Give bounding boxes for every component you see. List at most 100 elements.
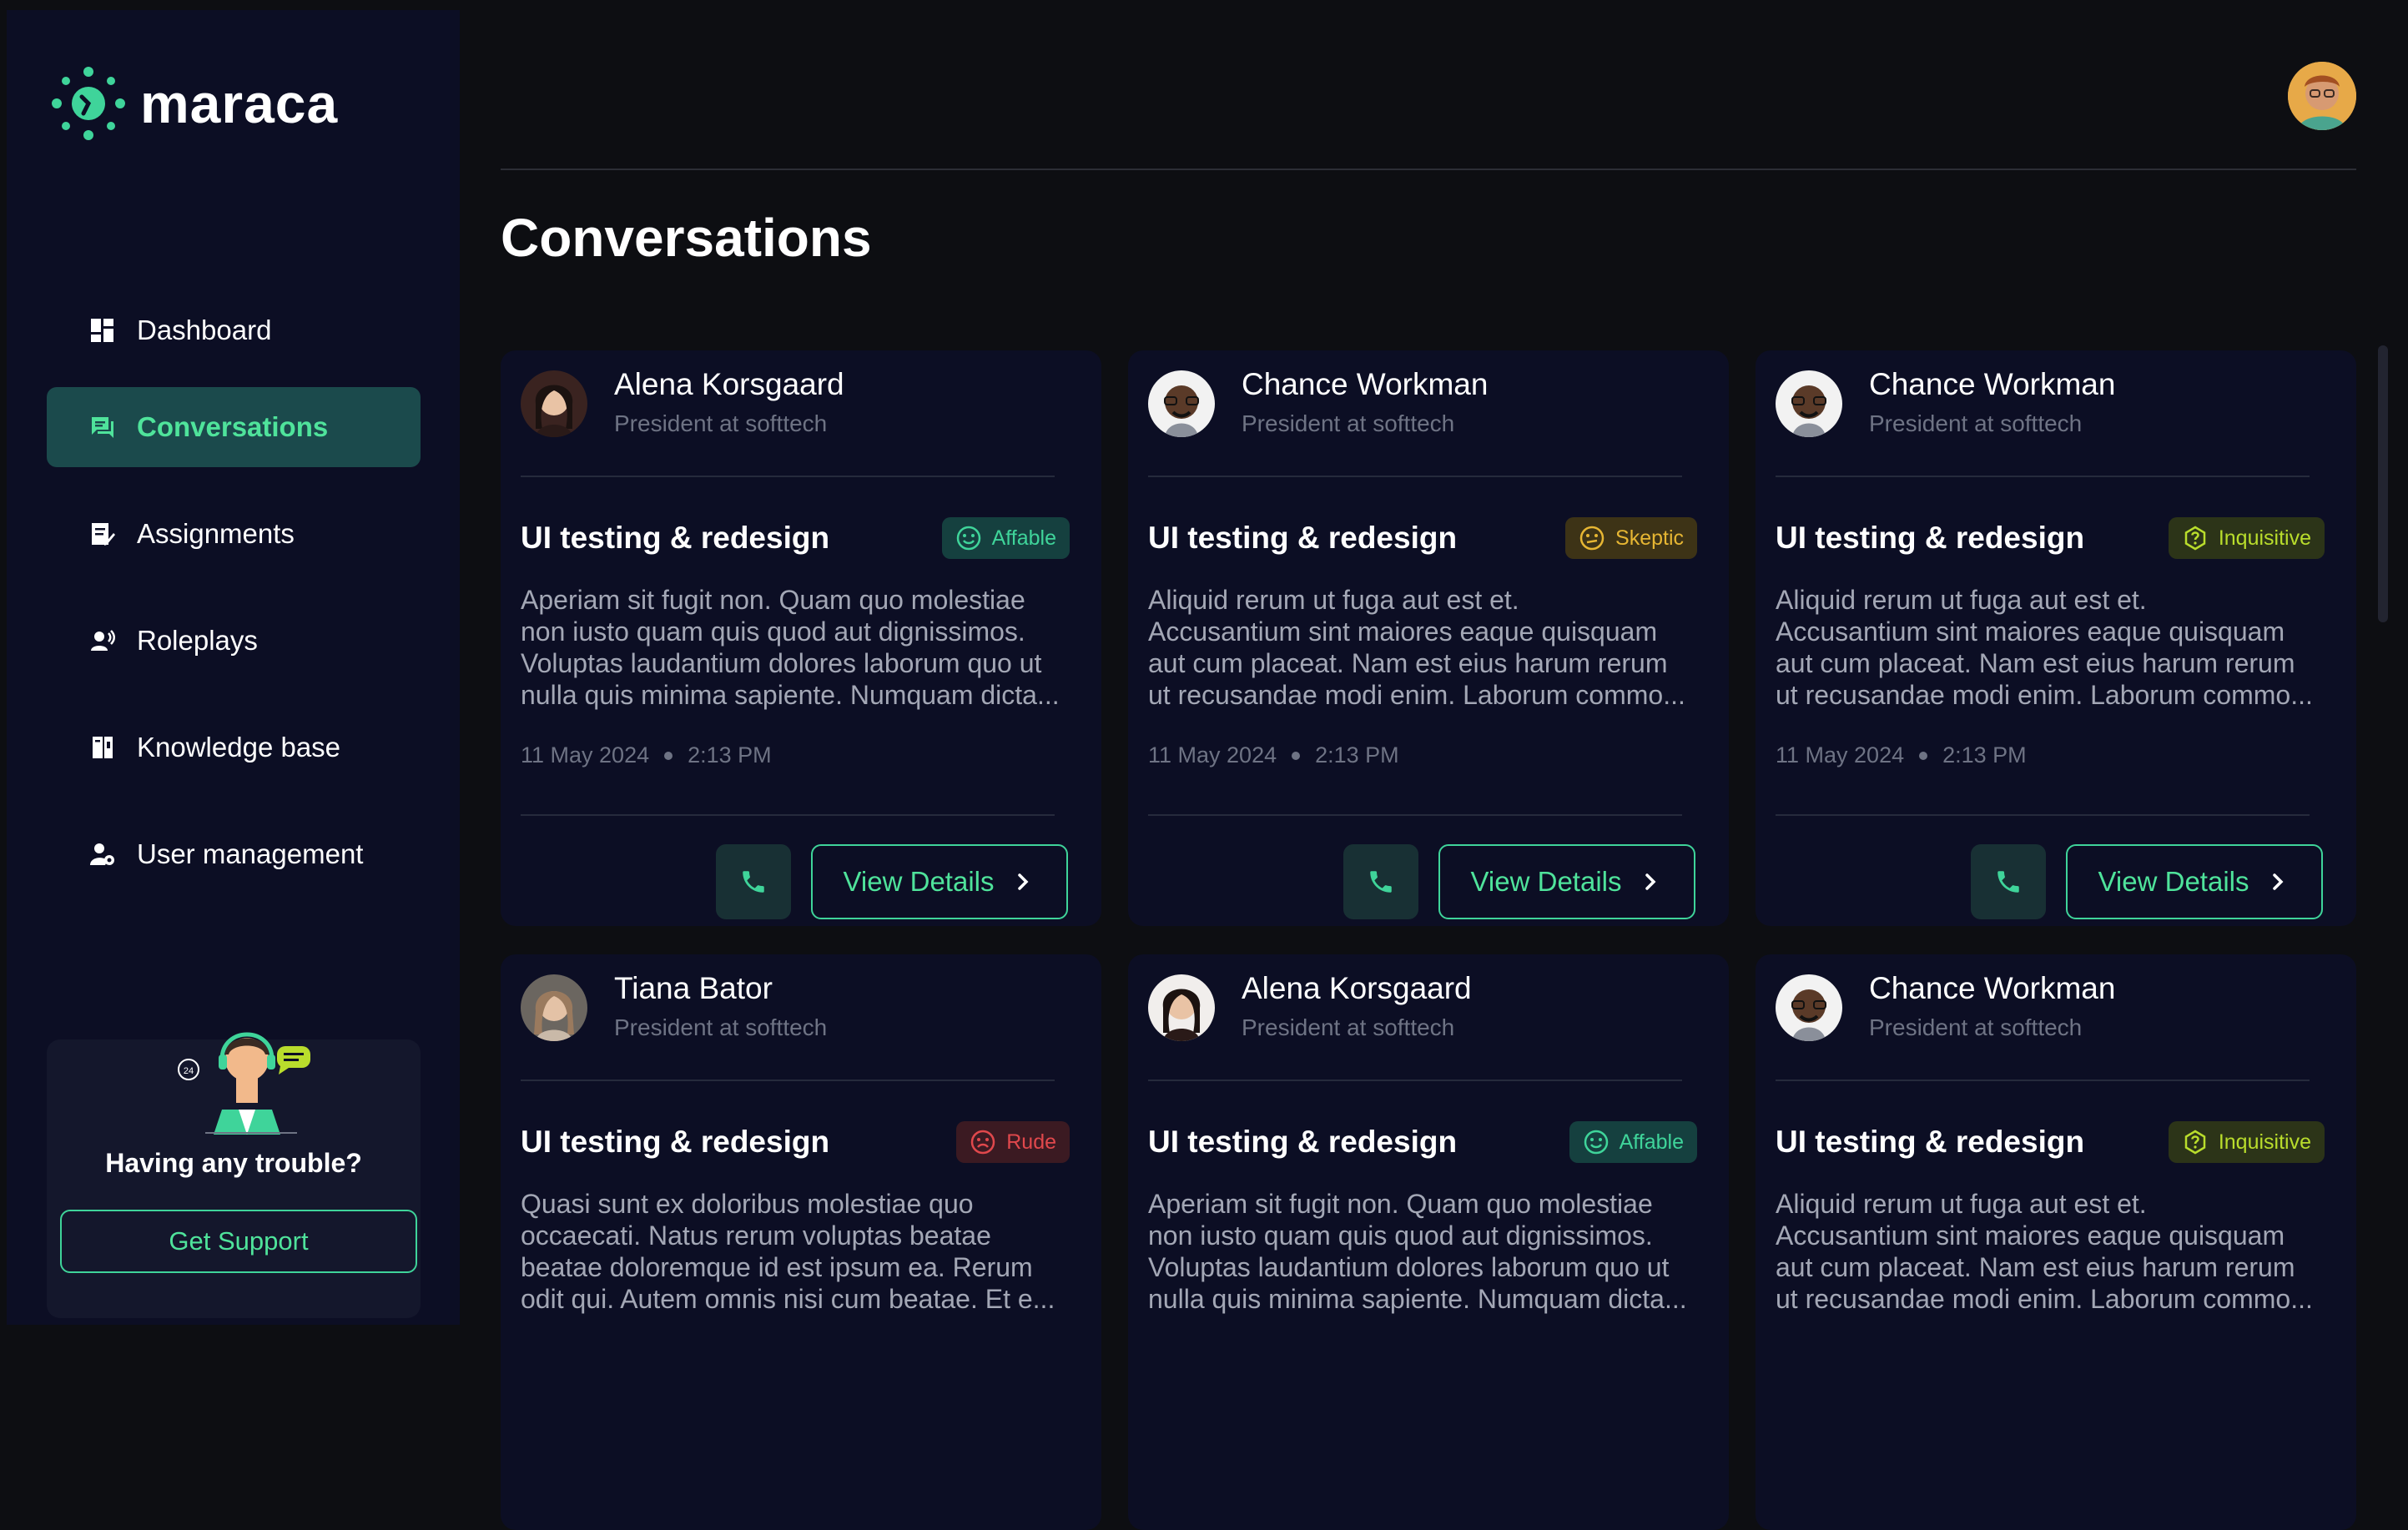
assignment-icon: [88, 520, 117, 548]
desc-line: ut recusandae modi enim. Laborum commo..…: [1776, 1284, 2313, 1314]
sidebar-item-roleplays[interactable]: Roleplays: [47, 601, 421, 681]
separator-dot: [1919, 751, 1928, 760]
conversation-description: Aliquid rerum ut fuga aut est et. Accusa…: [1776, 1188, 2318, 1315]
get-support-button[interactable]: Get Support: [60, 1210, 417, 1273]
card-divider: [1776, 476, 2310, 477]
desc-line: aut cum placeat. Nam est eius harum reru…: [1148, 648, 1668, 678]
card-divider: [1776, 814, 2310, 816]
dashboard-icon: [88, 316, 117, 345]
desc-line: Accusantium sint maiores eaque quisquam: [1776, 1220, 2285, 1251]
scrollbar-thumb[interactable]: [2378, 345, 2388, 622]
support-panel: 24 Having any trouble? Get Support: [47, 1032, 421, 1318]
desc-line: beatae doloremque id est ipsum ea. Rerum: [521, 1252, 1033, 1282]
desc-line: Aperiam sit fugit non. Quam quo molestia…: [1148, 1189, 1653, 1219]
desc-line: ut recusandae modi enim. Laborum commo..…: [1148, 680, 1685, 710]
app-name: maraca: [140, 73, 339, 134]
sidebar-item-conversations[interactable]: Conversations: [47, 387, 421, 467]
chevron-right-icon: [1645, 873, 1656, 890]
conversation-time: 2:13 PM: [1315, 742, 1399, 768]
call-button[interactable]: [716, 844, 791, 919]
contact-name: Alena Korsgaard: [1242, 971, 1472, 1005]
desc-line: Aperiam sit fugit non. Quam quo molestia…: [521, 585, 1025, 615]
mood-label: Inquisitive: [2218, 526, 2311, 550]
call-button[interactable]: [1343, 844, 1418, 919]
conversation-time: 2:13 PM: [688, 742, 772, 768]
view-details-button[interactable]: View Details: [1438, 844, 1695, 919]
conversation-description: Aliquid rerum ut fuga aut est et. Accusa…: [1776, 584, 2318, 711]
phone-icon: [1997, 871, 2019, 893]
mood-label: Affable: [991, 526, 1056, 550]
sidebar-item-assignments[interactable]: Assignments: [47, 494, 421, 574]
conversation-card: Chance Workman President at softtech UI …: [1756, 350, 2356, 926]
contact-name: Chance Workman: [1242, 367, 1489, 401]
avatar: [1776, 974, 1842, 1041]
chevron-right-icon: [1018, 873, 1029, 890]
mood-badge: Inquisitive: [2168, 1121, 2325, 1163]
contact-role: President at softtech: [1242, 410, 1455, 436]
conversation-title: UI testing & redesign: [1776, 1125, 2085, 1159]
app-logo[interactable]: maraca: [47, 62, 338, 145]
card-divider: [521, 1080, 1055, 1081]
sidebar-item-label: User management: [137, 838, 364, 869]
sidebar-item-label: Assignments: [137, 518, 295, 549]
mood-badge: Rude: [956, 1121, 1070, 1163]
book-icon: [88, 733, 117, 762]
desc-line: odit qui. Autem omnis nisi cum beatae. E…: [521, 1284, 1055, 1314]
question-hexagon-icon: [2184, 526, 2206, 551]
mood-label: Inquisitive: [2218, 1130, 2311, 1154]
conversation-meta: 11 May 2024 2:13 PM: [521, 742, 772, 768]
sidebar: maraca Dashboard Conversations Assignmen…: [7, 10, 460, 1325]
maraca-logo-icon: [52, 67, 125, 140]
user-gear-icon: [88, 840, 117, 868]
contact-name: Alena Korsgaard: [614, 367, 844, 401]
desc-line: occaecati. Natus rerum voluptas beatae: [521, 1220, 991, 1251]
sidebar-item-label: Roleplays: [137, 625, 258, 656]
view-details-button[interactable]: View Details: [2066, 844, 2323, 919]
conversation-description: Aperiam sit fugit non. Quam quo molestia…: [1148, 1188, 1690, 1315]
view-details-button[interactable]: View Details: [811, 844, 1068, 919]
conversation-description: Quasi sunt ex doloribus molestiae quo oc…: [521, 1188, 1063, 1315]
sidebar-item-user-management[interactable]: User management: [47, 814, 421, 894]
desc-line: non iusto quam quis quod aut dignissimos…: [521, 617, 1025, 647]
desc-line: aut cum placeat. Nam est eius harum reru…: [1776, 1252, 2295, 1282]
desc-line: Aliquid rerum ut fuga aut est et.: [1148, 585, 1519, 615]
card-divider: [1148, 476, 1682, 477]
mood-badge: Inquisitive: [2168, 517, 2325, 559]
sidebar-item-label: Conversations: [137, 411, 329, 442]
call-button[interactable]: [1971, 844, 2046, 919]
desc-line: non iusto quam quis quod aut dignissimos…: [1148, 1220, 1653, 1251]
smile-icon: [1584, 1130, 1608, 1155]
desc-line: Accusantium sint maiores eaque quisquam: [1148, 617, 1658, 647]
phone-icon: [743, 871, 764, 893]
desc-line: Accusantium sint maiores eaque quisquam: [1776, 617, 2285, 647]
roleplay-icon: [88, 627, 117, 655]
sidebar-item-dashboard[interactable]: Dashboard: [47, 290, 421, 370]
card-divider: [1148, 1080, 1682, 1081]
sidebar-item-label: Knowledge base: [137, 732, 341, 762]
contact-role: President at softtech: [1869, 1014, 2083, 1040]
desc-line: Voluptas laudantium dolores laborum quo …: [521, 648, 1042, 678]
chevron-right-icon: [2273, 873, 2284, 890]
desc-line: Voluptas laudantium dolores laborum quo …: [1148, 1252, 1670, 1282]
conversation-date: 11 May 2024: [1148, 742, 1277, 768]
skeptic-face-icon: [1579, 526, 1604, 551]
desc-line: Quasi sunt ex doloribus molestiae quo: [521, 1189, 974, 1219]
conversation-card: Alena Korsgaard President at softtech UI…: [1128, 954, 1729, 1530]
view-details-label: View Details: [843, 866, 995, 897]
contact-name: Chance Workman: [1869, 367, 2116, 401]
card-divider: [1148, 814, 1682, 816]
conversation-title: UI testing & redesign: [1776, 521, 2085, 555]
phone-icon: [1370, 871, 1392, 893]
conversation-date: 11 May 2024: [1776, 742, 1905, 768]
separator-dot: [664, 751, 673, 760]
contact-role: President at softtech: [1869, 410, 2083, 436]
separator-dot: [1292, 751, 1301, 760]
desc-line: nulla quis minima sapiente. Numquam dict…: [1148, 1284, 1687, 1314]
avatar: [1776, 370, 1842, 437]
support-title: Having any trouble?: [105, 1148, 362, 1178]
desc-line: Aliquid rerum ut fuga aut est et.: [1776, 1189, 2147, 1219]
sidebar-item-knowledge-base[interactable]: Knowledge base: [47, 707, 421, 788]
user-avatar[interactable]: [2288, 62, 2356, 130]
frown-icon: [970, 1130, 995, 1155]
avatar: [1148, 370, 1215, 437]
